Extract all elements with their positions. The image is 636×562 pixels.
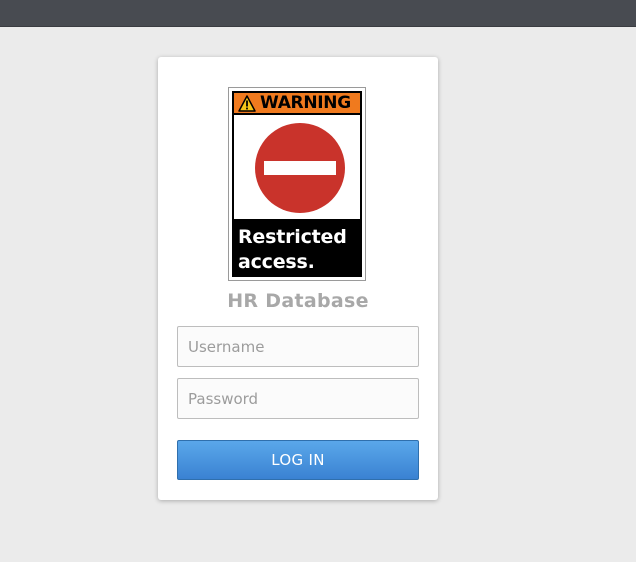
app-title: HR Database	[227, 290, 369, 312]
warning-sign-body	[234, 115, 360, 219]
warning-sign-header: WARNING	[232, 91, 362, 115]
warning-sign-header-text: WARNING	[260, 93, 351, 113]
login-card: WARNING Restricted access. HR Database L…	[158, 57, 438, 500]
warning-sign: WARNING Restricted access.	[232, 91, 362, 277]
username-field[interactable]	[177, 326, 419, 367]
warning-sign-image: WARNING Restricted access.	[228, 87, 366, 281]
login-button[interactable]: LOG IN	[177, 440, 419, 480]
password-field[interactable]	[177, 378, 419, 419]
warning-sign-footer-text: Restricted access.	[238, 226, 347, 273]
warning-sign-footer: Restricted access.	[232, 219, 362, 277]
warning-triangle-icon	[238, 95, 256, 112]
top-bar	[0, 0, 636, 27]
no-entry-icon	[255, 123, 345, 213]
